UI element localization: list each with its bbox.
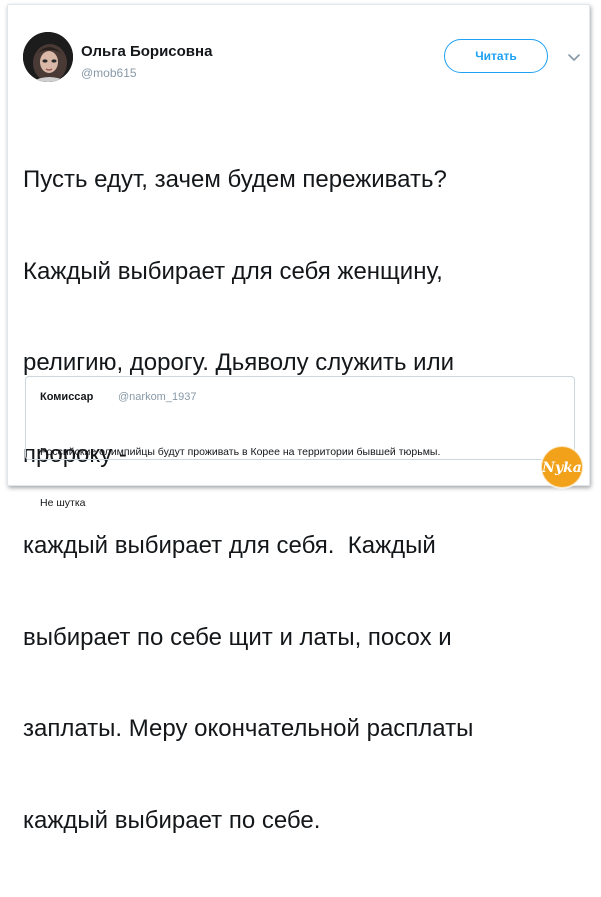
author-handle[interactable]: @mob615 (81, 66, 137, 80)
quoted-text-line: Не шутка (40, 497, 86, 509)
quoted-author-name[interactable]: Комиссар (40, 391, 93, 403)
tweet-text-line: каждый выбирает по себе. (23, 806, 321, 834)
quoted-tweet[interactable]: Комиссар @narkom_1937 Российские олимпий… (25, 376, 575, 509)
site-logo-watermark: Nyka (538, 443, 586, 491)
tweet-text-line: Каждый выбирает для себя женщину, (23, 257, 443, 285)
quoted-text-line: Российские олимпийцы будут проживать в К… (40, 446, 441, 458)
svg-text:Nyka: Nyka (541, 460, 582, 476)
chevron-down-icon[interactable] (567, 50, 581, 61)
tweet-text-line: Пусть едут, зачем будем переживать? (23, 166, 447, 193)
tweet-text-line: выбирает по себе щит и латы, посох и (23, 623, 452, 651)
quoted-author-handle[interactable]: @narkom_1937 (118, 391, 196, 403)
tweet-card: Ольга Борисовна @mob615 Читать Пусть еду… (7, 4, 590, 834)
tweet-text-line: религию, дорогу. Дьяволу служить или (23, 349, 454, 376)
quoted-tweet-text: Российские олимпийцы будут проживать в К… (40, 410, 570, 546)
user-avatar[interactable] (23, 32, 73, 82)
tweet-text-line: заплаты. Меру окончательной расплаты (23, 715, 474, 742)
follow-button[interactable]: Читать (444, 39, 548, 73)
avatar-image (23, 32, 73, 82)
author-name[interactable]: Ольга Борисовна (81, 43, 212, 60)
